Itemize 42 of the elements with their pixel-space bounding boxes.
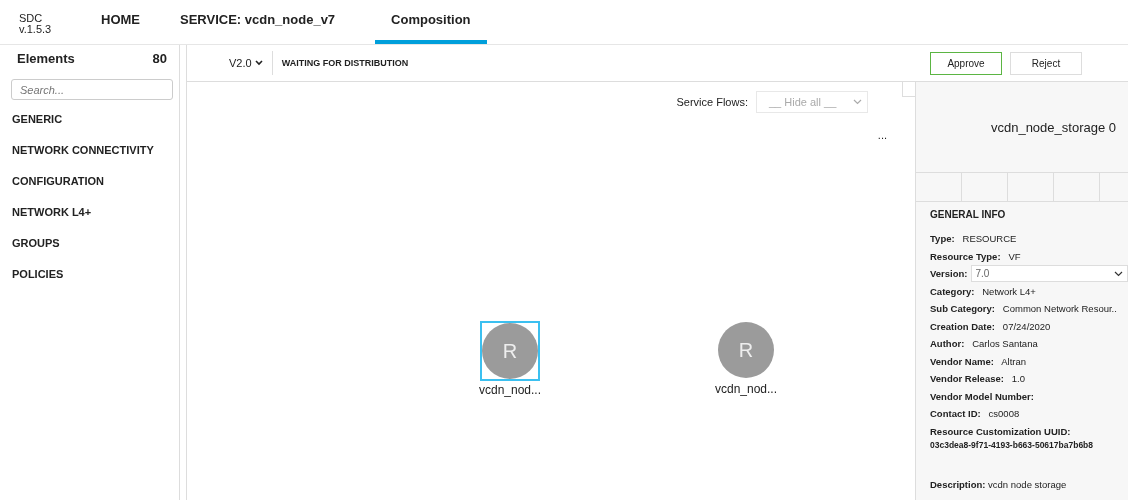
caret-icon (254, 60, 263, 66)
info-row-text: Vendor Model Number: (929, 389, 1035, 404)
category-item[interactable]: CONFIGURATION (0, 166, 179, 197)
info-row-text: Creation Date: 07/24/2020 (929, 319, 1052, 334)
info-row-text: Type: RESOURCE (929, 232, 1018, 246)
app-name: SDC (19, 13, 44, 24)
category-item[interactable]: POLICIES (0, 259, 179, 290)
nav-tab[interactable]: SERVICE: vcdn_node_v7 (180, 8, 336, 44)
elements-count: 80 (152, 51, 167, 68)
reject-button[interactable]: Reject (1010, 51, 1082, 75)
elements-title: Elements (17, 51, 75, 68)
info-row-text: Resource Type: VF (929, 249, 1022, 264)
info-row-text: Sub Category: Common Network Resour.. (929, 302, 1118, 316)
component-title: vcdn_node_storage 0 (989, 118, 1117, 137)
service-flows-label: Service Flows: (676, 96, 748, 108)
info-row-text: Vendor Name: Altran (929, 354, 1028, 369)
version-label: Version: (930, 267, 968, 281)
nav-tab[interactable]: Composition (375, 8, 487, 44)
info-label: Resource Customization UUID: (929, 424, 1072, 439)
info-row-text: Category: Network L4+ (929, 284, 1037, 299)
category-item[interactable]: NETWORK CONNECTIVITY (0, 135, 179, 166)
version-select[interactable]: 7.0 (970, 265, 1128, 283)
category-item[interactable]: NETWORK L4+ (0, 197, 179, 228)
category-item[interactable]: GENERIC (0, 104, 179, 135)
node-label: vcdn_nod... (714, 382, 777, 396)
chevron-icon (853, 99, 862, 105)
version-dropdown[interactable]: V2.0 (229, 51, 273, 75)
info-row-text: Vendor Release: 1.0 (929, 372, 1027, 386)
chevron-icon (1114, 270, 1123, 277)
description-row-text: Description: vcdn node storage (929, 479, 1068, 490)
info-row-text: Author: Carlos Santana (929, 337, 1039, 351)
more-menu[interactable]: ... (877, 130, 887, 140)
section-title: GENERAL INFO (929, 208, 1007, 222)
search-field[interactable]: Search... (11, 79, 173, 100)
uuid-value: 03c3dea8-9f71-4193-b663-50617ba7b6b8 (929, 440, 1095, 451)
status-label: WAITING FOR DISTRIBUTION (280, 58, 409, 68)
category-item[interactable]: GROUPS (0, 228, 179, 259)
nav-tab[interactable]: HOME (101, 8, 140, 44)
info-row-text: Contact ID: cs0008 (929, 407, 1021, 421)
app-version: v.1.5.3 (19, 24, 53, 35)
node-label: vcdn_nod... (478, 383, 541, 397)
approve-button[interactable]: Approve (930, 51, 1002, 75)
